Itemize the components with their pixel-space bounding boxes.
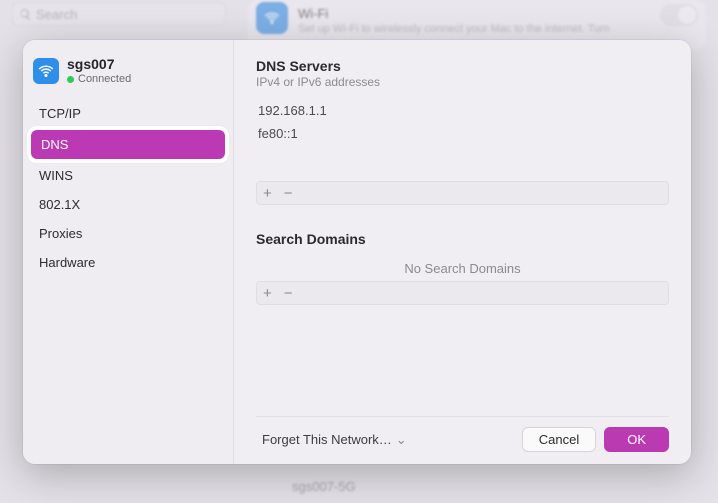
- remove-search-domain-button[interactable]: −: [284, 286, 293, 301]
- tab-label: Hardware: [39, 255, 95, 270]
- network-settings-modal: sgs007 Connected TCP/IP DNS WINS 802.1X Prox…: [23, 40, 691, 464]
- tab-label: TCP/IP: [39, 106, 81, 121]
- tab-hardware[interactable]: Hardware: [29, 248, 227, 277]
- tab-label: WINS: [39, 168, 73, 183]
- dns-server-row[interactable]: 192.168.1.1: [256, 99, 669, 122]
- network-status: Connected: [67, 73, 131, 85]
- forget-network-label: Forget This Network…: [262, 432, 392, 447]
- dns-servers-subtitle: IPv4 or IPv6 addresses: [256, 75, 669, 89]
- tab-8021x[interactable]: 802.1X: [29, 190, 227, 219]
- tab-label: 802.1X: [39, 197, 80, 212]
- dns-servers-title: DNS Servers: [256, 58, 669, 74]
- tab-label: DNS: [41, 137, 68, 152]
- tab-proxies[interactable]: Proxies: [29, 219, 227, 248]
- chevron-down-icon: ⌄: [396, 432, 407, 448]
- dns-servers-list[interactable]: 192.168.1.1fe80::1: [256, 99, 669, 181]
- add-dns-button[interactable]: +: [263, 186, 272, 201]
- network-status-label: Connected: [78, 73, 131, 85]
- tab-wins[interactable]: WINS: [29, 161, 227, 190]
- forget-network-button[interactable]: Forget This Network… ⌄: [256, 428, 413, 452]
- status-dot-icon: [67, 76, 74, 83]
- modal-footer: Forget This Network… ⌄ Cancel OK: [256, 416, 669, 452]
- dns-list-controls: + −: [256, 181, 669, 205]
- settings-tabs: TCP/IP DNS WINS 802.1X Proxies Hardware: [29, 99, 227, 277]
- search-domains-empty: No Search Domains: [404, 261, 520, 276]
- background-network-row: sgs007-5G: [12, 473, 706, 499]
- network-header: sgs007 Connected: [29, 52, 227, 95]
- add-search-domain-button[interactable]: +: [263, 286, 272, 301]
- wifi-icon: [33, 58, 59, 84]
- dns-pane: DNS Servers IPv4 or IPv6 addresses 192.1…: [234, 40, 691, 464]
- background-network-ssid: sgs007-5G: [292, 479, 356, 494]
- search-domains-title: Search Domains: [256, 231, 669, 247]
- dns-server-row[interactable]: fe80::1: [256, 122, 669, 145]
- tab-label: Proxies: [39, 226, 82, 241]
- network-ssid: sgs007: [67, 56, 131, 72]
- tab-tcpip[interactable]: TCP/IP: [29, 99, 227, 128]
- cancel-button[interactable]: Cancel: [522, 427, 596, 452]
- search-domains-controls: + −: [256, 281, 669, 305]
- remove-dns-button[interactable]: −: [284, 186, 293, 201]
- ok-button[interactable]: OK: [604, 427, 669, 452]
- tab-dns[interactable]: DNS: [31, 130, 225, 159]
- search-domains-list[interactable]: No Search Domains: [256, 255, 669, 281]
- modal-sidebar: sgs007 Connected TCP/IP DNS WINS 802.1X Prox…: [23, 40, 234, 464]
